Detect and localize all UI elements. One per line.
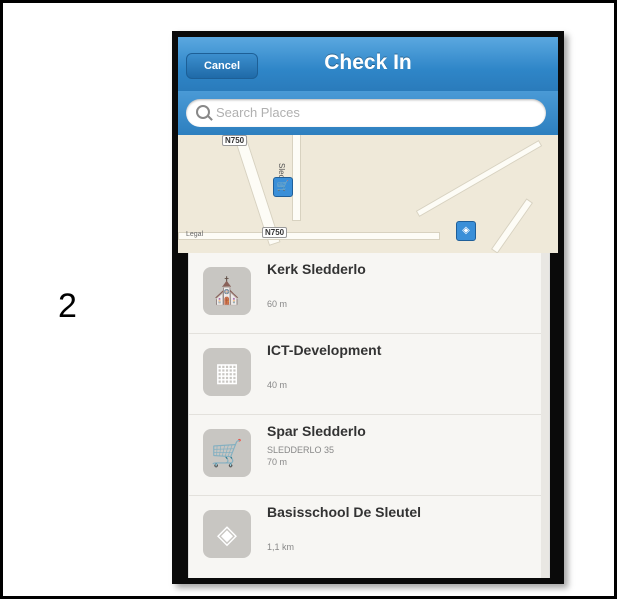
places-list: ⛪ Kerk Sledderlo 60 m ▦ ICT-Development … — [188, 253, 550, 578]
list-scrollbar[interactable] — [541, 253, 549, 578]
place-distance: 70 m — [267, 457, 288, 467]
page-title: Check In — [324, 51, 412, 74]
search-input[interactable]: Search Places — [186, 99, 546, 127]
place-name: Spar Sledderlo — [267, 423, 366, 439]
place-name: ICT-Development — [267, 342, 382, 358]
place-distance: 1,1 km — [267, 542, 295, 552]
step-number: 2 — [58, 287, 77, 325]
search-placeholder: Search Places — [216, 105, 300, 120]
place-address: SLEDDERLO 35 — [267, 445, 335, 455]
building-icon: ▦ — [203, 348, 251, 396]
school-icon: ◈ — [203, 510, 251, 558]
list-item[interactable]: ▦ ICT-Development 40 m — [189, 334, 549, 415]
map-view[interactable]: N750 N750 Sledderlo 🛒 ◈ Legal — [178, 135, 558, 253]
place-name: Basisschool De Sleutel — [267, 504, 422, 520]
list-item[interactable]: ⛪ Kerk Sledderlo 60 m — [189, 253, 549, 334]
map-pin-shop-icon[interactable]: 🛒 — [273, 177, 293, 197]
navigation-bar: Cancel Check In — [178, 37, 558, 91]
map-road — [178, 232, 440, 240]
place-distance: 40 m — [267, 380, 288, 390]
list-item[interactable]: ◈ Basisschool De Sleutel 1,1 km — [189, 496, 549, 576]
road-label: N750 — [262, 227, 288, 238]
road-label: N750 — [222, 135, 248, 146]
map-road — [292, 135, 301, 221]
map-pin-school-icon[interactable]: ◈ — [456, 221, 476, 241]
phone-screen: Cancel Check In Search Places N750 N750 … — [172, 31, 564, 584]
church-icon: ⛪ — [203, 267, 251, 315]
map-road — [490, 198, 534, 253]
shopping-cart-icon: 🛒 — [203, 429, 251, 477]
search-bar: Search Places — [178, 91, 558, 135]
place-name: Kerk Sledderlo — [267, 261, 366, 277]
map-legal-link[interactable]: Legal — [186, 231, 203, 238]
search-icon — [196, 105, 210, 119]
list-item[interactable]: 🛒 Spar Sledderlo SLEDDERLO 35 70 m — [189, 415, 549, 496]
place-distance: 60 m — [267, 299, 288, 309]
